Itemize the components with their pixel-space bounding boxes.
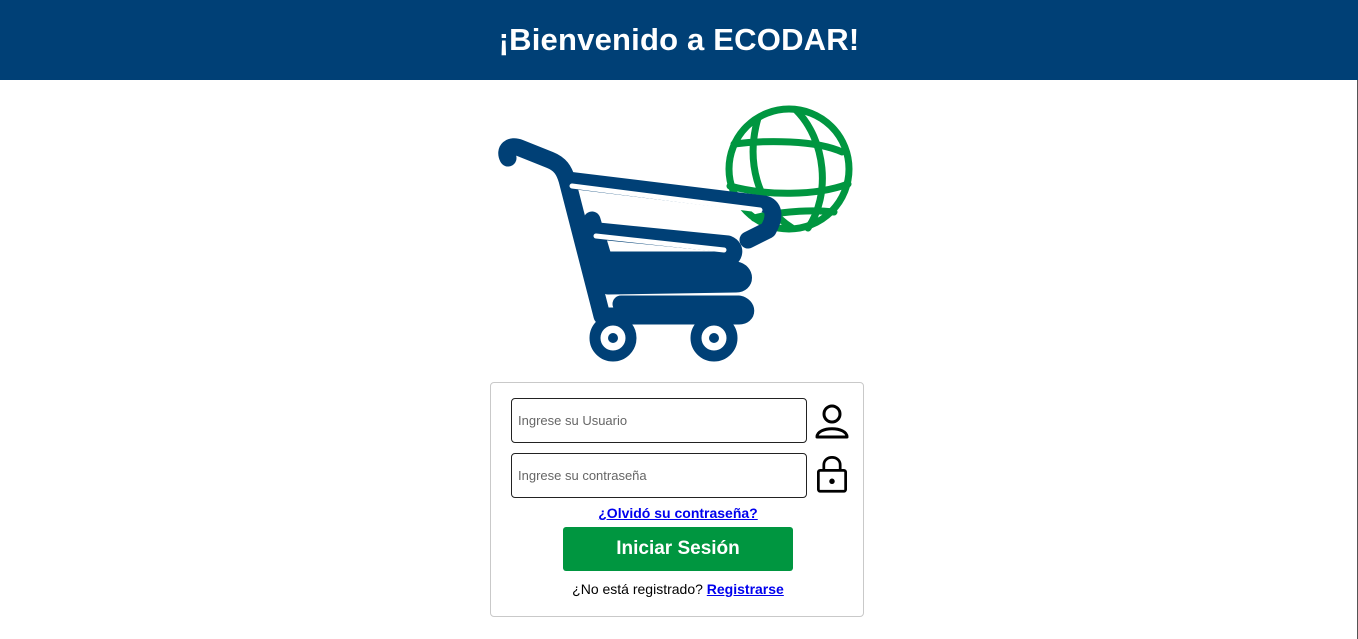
password-input[interactable] (511, 453, 807, 498)
lock-icon (817, 456, 847, 493)
register-prompt: ¿No está registrado? (572, 581, 703, 597)
globe-icon (725, 105, 853, 233)
page-title: ¡Bienvenido a ECODAR! (498, 22, 860, 57)
forgot-password-row: ¿Olvidó su contraseña? (491, 505, 865, 521)
ecodar-logo (496, 100, 858, 366)
shopping-cart-globe-logo (498, 105, 853, 362)
login-form: ¿Olvidó su contraseña? Iniciar Sesión ¿N… (490, 382, 864, 617)
login-button[interactable]: Iniciar Sesión (563, 527, 793, 571)
shopping-cart-icon (498, 138, 782, 325)
page-header: ¡Bienvenido a ECODAR! (0, 0, 1358, 80)
register-link[interactable]: Registrarse (707, 581, 784, 597)
login-page: ¡Bienvenido a ECODAR! Ingrese su Usuario… (0, 0, 1358, 639)
register-row: ¿No está registrado? Registrarse (491, 581, 865, 597)
user-icon (815, 404, 849, 439)
forgot-password-link[interactable]: ¿Olvidó su contraseña? (598, 505, 757, 521)
username-input[interactable] (511, 398, 807, 443)
